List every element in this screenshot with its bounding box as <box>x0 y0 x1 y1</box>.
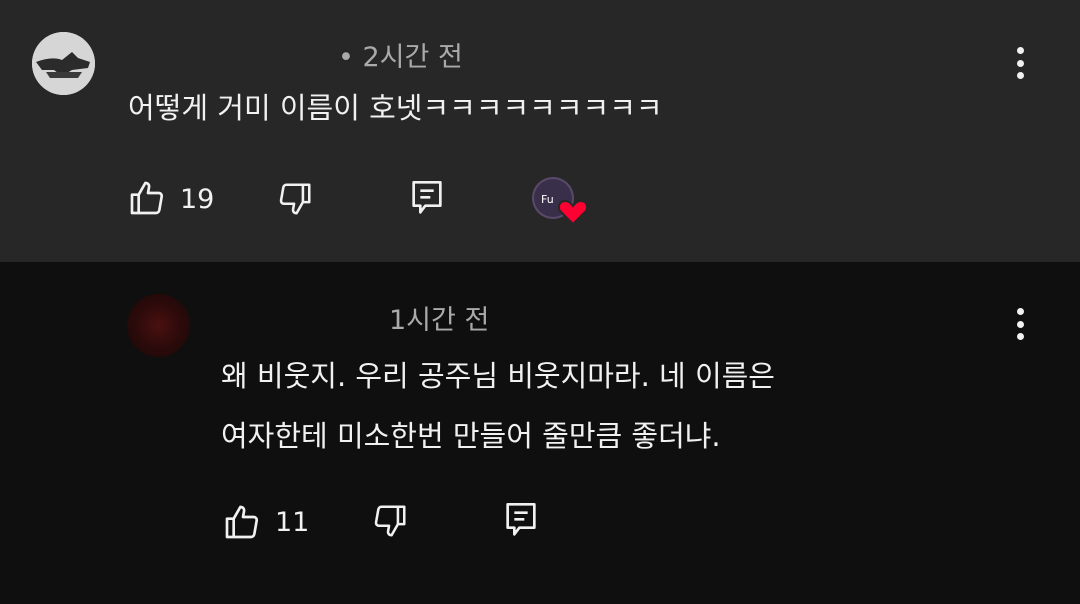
comment-text: 어떻게 거미 이름이 호넷ㅋㅋㅋㅋㅋㅋㅋㅋㅋ <box>128 91 663 125</box>
comment-card: 1시간 전 왜 비웃지. 우리 공주님 비웃지마라. 네 이름은 여자한테 미소… <box>0 262 1080 604</box>
avatar-image-icon <box>32 32 95 95</box>
thumbs-down-icon <box>279 183 311 215</box>
thumbs-up-icon <box>225 505 259 539</box>
reply-button[interactable] <box>409 179 445 219</box>
comment-timestamp: • 2시간 전 <box>338 42 463 73</box>
dislike-button[interactable] <box>371 502 409 540</box>
comment-text-line: 여자한테 미소한번 만들어 줄만큼 좋더냐. <box>221 419 721 453</box>
comment-text-line: 왜 비웃지. 우리 공주님 비웃지마라. 네 이름은 <box>221 359 775 393</box>
creator-heart-icon: Fu <box>532 177 589 226</box>
svg-text:Fu: Fu <box>541 193 554 206</box>
thumbs-down-icon <box>374 505 406 537</box>
more-options-icon[interactable] <box>1008 43 1032 83</box>
like-count: 19 <box>180 184 215 215</box>
comment-card-highlighted: • 2시간 전 어떻게 거미 이름이 호넷ㅋㅋㅋㅋㅋㅋㅋㅋㅋ 19 Fu <box>0 0 1080 262</box>
comment-text: 왜 비웃지. 우리 공주님 비웃지마라. 네 이름은 여자한테 미소한번 만들어… <box>221 346 775 466</box>
reply-button[interactable] <box>503 501 539 541</box>
like-count: 11 <box>275 507 310 538</box>
thumbs-up-icon <box>130 181 164 215</box>
like-button[interactable] <box>127 178 167 218</box>
comment-timestamp: 1시간 전 <box>389 305 490 336</box>
commenter-avatar[interactable] <box>32 32 95 95</box>
reply-icon <box>506 503 536 536</box>
like-button[interactable] <box>222 502 262 542</box>
dislike-button[interactable] <box>276 180 314 218</box>
commenter-avatar[interactable] <box>127 294 190 357</box>
creator-heart-badge[interactable]: Fu <box>531 176 591 228</box>
reply-icon <box>412 181 442 214</box>
more-options-icon[interactable] <box>1008 304 1032 344</box>
